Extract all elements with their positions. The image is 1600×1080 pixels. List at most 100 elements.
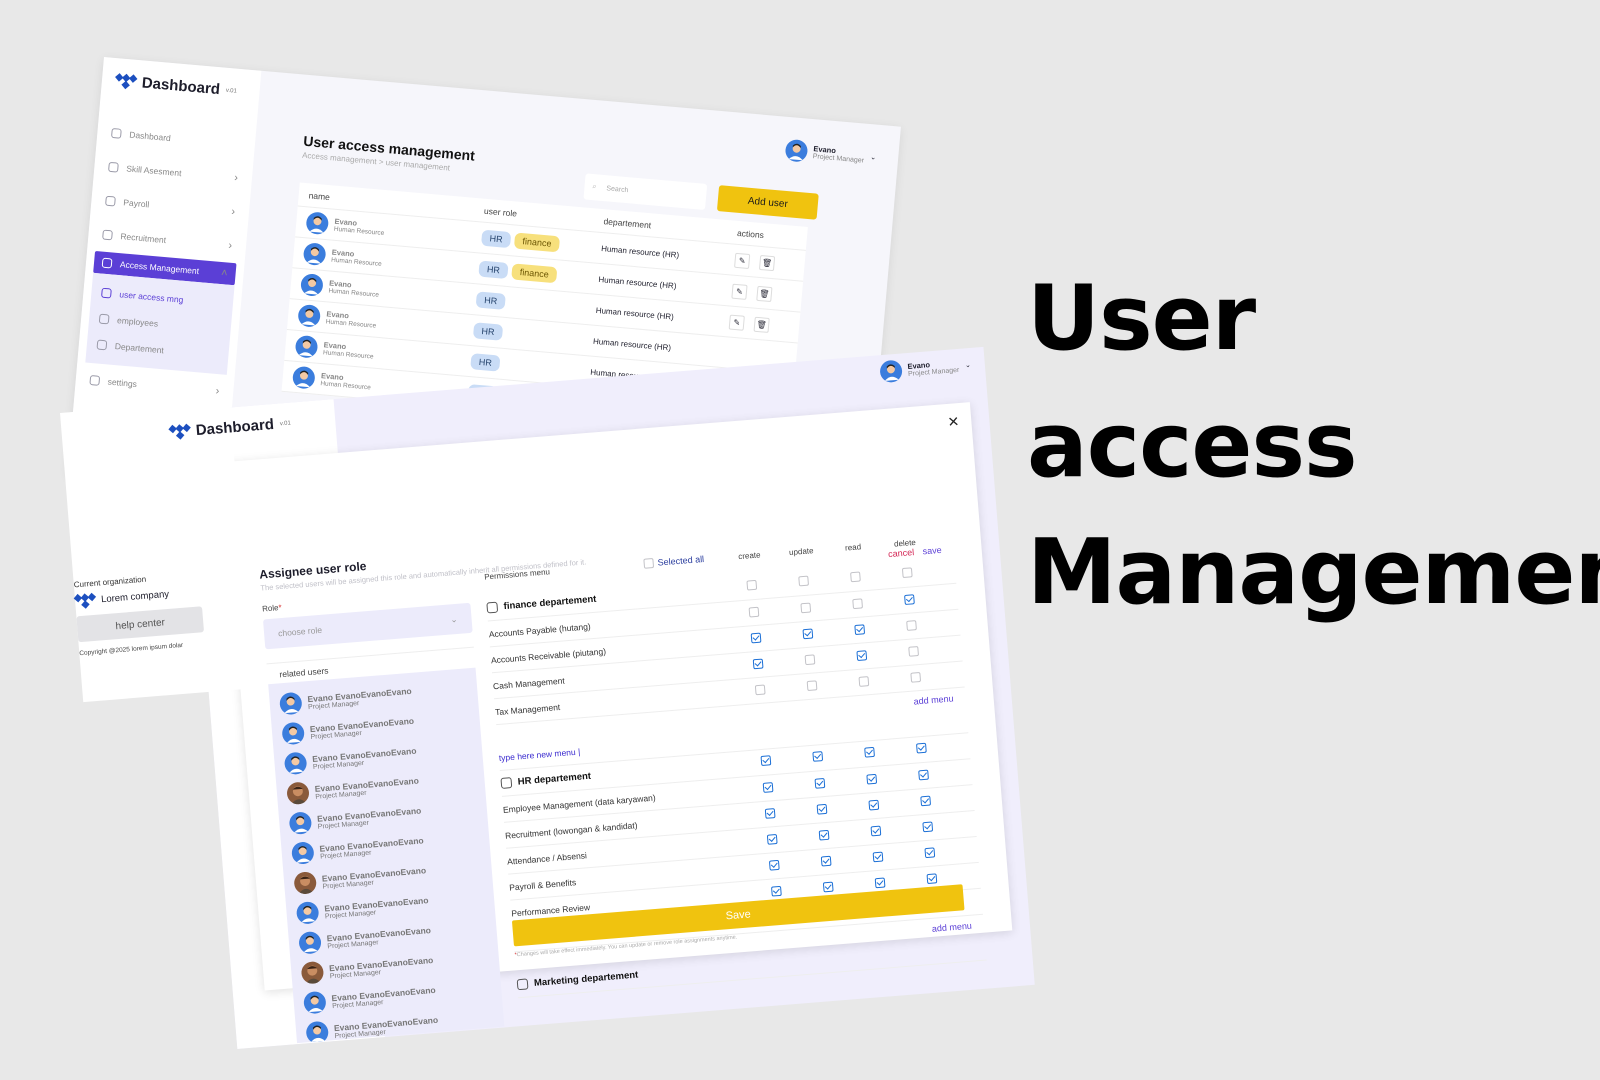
permission-checkbox[interactable] <box>864 746 875 758</box>
search-input[interactable]: ⌕ Search <box>583 173 708 210</box>
permission-checkbox[interactable] <box>820 855 832 866</box>
permission-checkbox[interactable] <box>870 825 882 836</box>
cancel-link[interactable]: cancel <box>888 547 915 559</box>
avatar <box>294 334 319 359</box>
role-chip: HR <box>475 291 506 310</box>
user-icon <box>101 287 112 299</box>
chevron-right-icon: › <box>227 239 233 252</box>
department-icon <box>516 978 529 991</box>
permission-checkbox[interactable] <box>768 859 780 871</box>
group-name: Marketing departement <box>533 969 639 989</box>
chevron-down-icon: ⌄ <box>450 613 458 624</box>
user-name: Evano EvanoEvanoEvano <box>333 1014 439 1033</box>
permission-checkbox[interactable] <box>754 683 766 695</box>
chevron-down-icon: ⌄ <box>869 154 877 162</box>
permission-checkbox[interactable] <box>802 627 814 639</box>
badge-icon <box>108 161 119 173</box>
permission-checkbox[interactable] <box>854 623 866 635</box>
role-chips: HR <box>472 322 594 348</box>
trash-icon[interactable]: 🗑 <box>758 254 776 271</box>
user-name: Evano EvanoEvanoEvano <box>316 804 422 824</box>
permission-checkbox[interactable] <box>908 645 919 657</box>
permission-checkbox[interactable] <box>814 777 826 789</box>
avatar <box>305 1020 330 1044</box>
permission-checkbox[interactable] <box>822 881 834 892</box>
permission-checkbox[interactable] <box>800 602 812 613</box>
app-version: v.01 <box>279 420 292 427</box>
user-menu[interactable]: Evano Project Manager ⌄ <box>879 354 972 384</box>
permission-checkbox[interactable] <box>762 781 774 793</box>
permission-checkbox[interactable] <box>752 658 764 669</box>
permission-checkbox[interactable] <box>766 833 778 845</box>
permission-checkbox[interactable] <box>818 829 830 841</box>
permission-checkbox[interactable] <box>920 795 931 806</box>
permission-checkbox[interactable] <box>764 807 776 819</box>
department-icon <box>500 777 513 789</box>
permission-checkbox[interactable] <box>750 632 762 643</box>
permission-checkbox[interactable] <box>852 597 863 609</box>
permission-checkbox[interactable] <box>858 675 870 687</box>
column-header: user role <box>483 205 518 219</box>
permission-checkbox[interactable] <box>760 755 772 767</box>
permission-checkbox[interactable] <box>798 575 810 587</box>
column-header: actions <box>736 227 765 240</box>
permission-checkbox[interactable] <box>918 769 929 780</box>
permission-checkbox[interactable] <box>922 820 934 832</box>
access-submenu: user access mng employees Departement <box>85 272 235 375</box>
edit-icon[interactable]: ✎ <box>728 314 745 331</box>
avatar <box>302 242 327 267</box>
sidebar-item-label: Skill Asesment <box>125 163 182 179</box>
subnav-label: Departement <box>114 341 165 356</box>
help-center-button[interactable]: help center <box>76 606 205 643</box>
permission-checkbox[interactable] <box>748 606 760 617</box>
user-name: Evano EvanoEvanoEvano <box>314 775 420 794</box>
permission-checkbox[interactable] <box>924 846 936 858</box>
permission-checkbox[interactable] <box>926 872 938 884</box>
user-name: Evano EvanoEvanoEvano <box>326 924 432 943</box>
user-name: Evano EvanoEvanoEvano <box>319 834 424 854</box>
org-logo-icon <box>73 592 97 609</box>
subnav-label: user access mng <box>118 289 184 305</box>
avatar <box>300 960 325 985</box>
actions-cell: ✎ 🗑 <box>734 252 815 274</box>
user-name: Evano EvanoEvanoEvano <box>309 715 415 734</box>
add-user-button[interactable]: Add user <box>716 185 819 220</box>
actions-cell: ✎ 🗑 <box>731 283 812 305</box>
trash-icon[interactable]: 🗑 <box>756 285 773 302</box>
permission-checkbox[interactable] <box>906 619 917 631</box>
permission-checkbox[interactable] <box>850 571 861 583</box>
role-chip: HR <box>472 322 504 341</box>
permission-checkbox[interactable] <box>916 742 927 754</box>
role-chips: HR <box>470 353 591 379</box>
close-icon[interactable]: ✕ <box>947 413 960 431</box>
org-sidebar: Dashboard v.01 Current organization Lore… <box>60 399 291 703</box>
org-name[interactable]: Lorem company <box>73 585 202 609</box>
edit-icon[interactable]: ✎ <box>734 252 751 269</box>
permission-checkbox[interactable] <box>856 649 868 661</box>
permission-checkbox[interactable] <box>910 671 922 683</box>
save-link[interactable]: save <box>922 545 942 556</box>
permission-checkbox[interactable] <box>874 876 886 888</box>
permission-checkbox[interactable] <box>804 653 816 665</box>
permission-checkbox[interactable] <box>901 567 913 579</box>
permission-checkbox[interactable] <box>746 579 758 591</box>
search-placeholder: Search <box>606 184 629 194</box>
permission-checkbox[interactable] <box>904 593 915 605</box>
app-logo[interactable]: Dashboard v.01 <box>115 72 237 100</box>
permission-checkbox[interactable] <box>866 773 878 785</box>
sidebar-item-label: Dashboard <box>128 129 172 144</box>
edit-icon[interactable]: ✎ <box>731 283 748 300</box>
permission-checkbox[interactable] <box>770 885 782 897</box>
permission-checkbox[interactable] <box>868 799 880 810</box>
chevron-right-icon: › <box>233 171 239 185</box>
user-name: Evano EvanoEvanoEvano <box>311 745 417 764</box>
user-menu[interactable]: Evano Project Manager ⌄ <box>784 138 877 169</box>
role-chips: HR finance <box>480 229 602 256</box>
permission-checkbox[interactable] <box>812 751 824 762</box>
trash-icon[interactable]: 🗑 <box>753 316 770 333</box>
permission-checkbox[interactable] <box>816 803 828 815</box>
chevron-right-icon: › <box>215 385 220 398</box>
permission-checkbox[interactable] <box>872 851 884 862</box>
permission-checkbox[interactable] <box>806 679 818 691</box>
avatar <box>784 138 809 163</box>
